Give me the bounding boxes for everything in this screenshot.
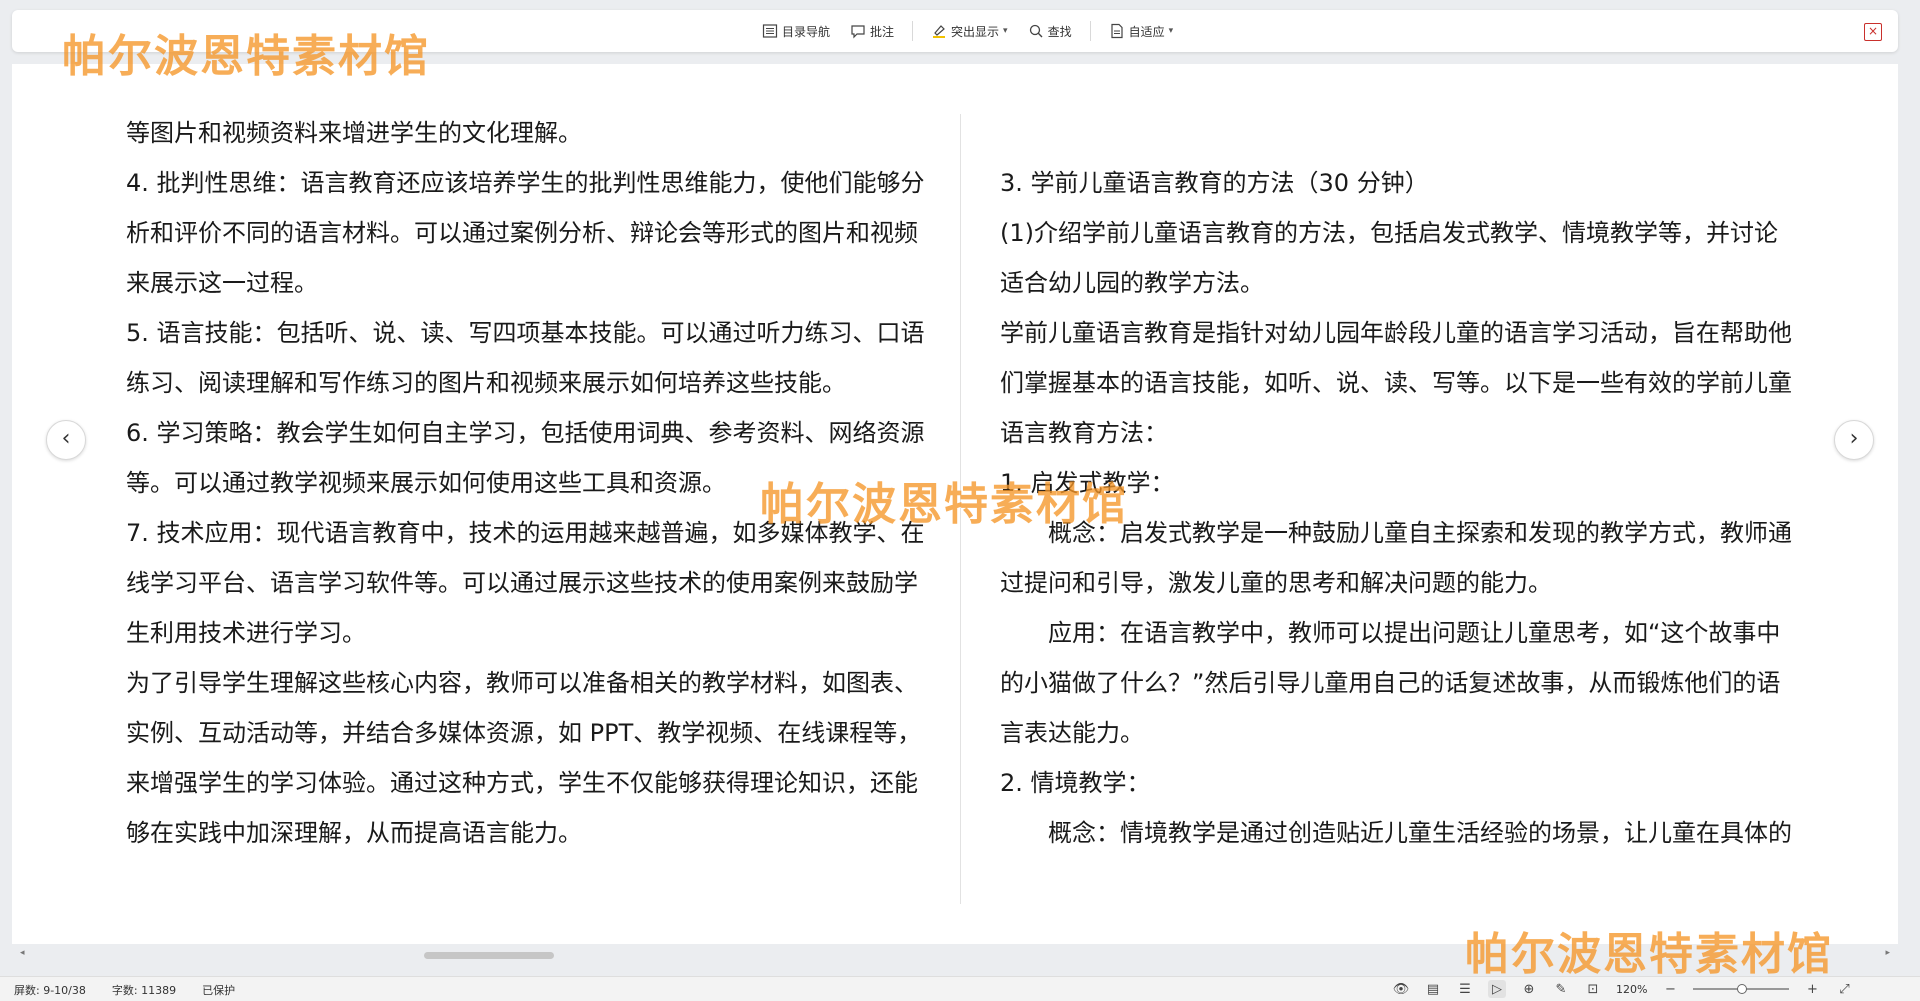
outline-view-icon[interactable]: ☰ [1456, 980, 1474, 998]
chevron-left-icon: ‹ [61, 426, 71, 451]
scroll-left-icon[interactable]: ◂ [20, 948, 25, 958]
find-label: 查找 [1047, 24, 1072, 39]
fit-page-button[interactable]: 自适应 ▾ [1107, 17, 1176, 45]
zoom-slider-knob[interactable] [1737, 984, 1748, 994]
zoom-out-icon[interactable]: − [1661, 980, 1679, 998]
zoom-level: 120% [1616, 982, 1648, 996]
watermark: 帕尔波恩特素材馆 [62, 31, 430, 82]
toolbar-divider [912, 21, 914, 41]
zoom-in-icon[interactable]: + [1803, 980, 1821, 998]
view-controls: 👁 ▤ ☰ ▷ ⊕ ✎ ⊡ 120% − + ⤢ [1392, 979, 1853, 999]
paragraph: 4. 批判性思维：语言教育还应该培养学生的批判性思维能力，使他们能够分析和评价不… [126, 169, 925, 297]
chevron-down-icon: ▾ [1003, 26, 1008, 36]
fit-screen-icon[interactable]: ⊡ [1584, 980, 1602, 998]
highlight-button[interactable]: 突出显示 ▾ [929, 17, 1010, 45]
protection-status: 已保护 [202, 984, 236, 997]
horizontal-scrollbar[interactable]: ◂ ▸ [12, 948, 1898, 962]
pen-icon[interactable]: ✎ [1552, 980, 1570, 998]
toc-nav-label: 目录导航 [782, 24, 831, 39]
page-view-icon[interactable]: ▤ [1424, 980, 1442, 998]
status-info: 屏数: 9-10/38 字数: 11389 已保护 [14, 982, 235, 998]
eye-icon[interactable]: 👁 [1392, 980, 1410, 998]
find-button[interactable]: 查找 [1026, 17, 1074, 45]
next-page-button[interactable]: › [1834, 420, 1874, 460]
search-icon [1029, 24, 1043, 38]
comment-label: 批注 [870, 24, 895, 39]
page-indicator: 屏数: 9-10/38 [14, 984, 86, 997]
web-view-icon[interactable]: ⊕ [1520, 980, 1538, 998]
toolbar-actions: 目录导航 批注 突出显示 ▾ 查找 自适应 ▾ [760, 10, 1175, 52]
highlight-icon [933, 25, 946, 38]
paragraph: 应用：在语言教学中，教师可以提出问题让儿童思考，如“这个故事中的小猫做了什么？”… [1000, 619, 1781, 747]
status-bar: 屏数: 9-10/38 字数: 11389 已保护 👁 ▤ ☰ ▷ ⊕ ✎ ⊡ … [0, 976, 1920, 1001]
comment-button[interactable]: 批注 [848, 17, 896, 45]
toc-icon [762, 24, 778, 38]
paragraph: 为了引导学生理解这些核心内容，教师可以准备相关的教学材料，如图表、实例、互动活动… [126, 669, 922, 847]
paragraph: 3. 学前儿童语言教育的方法（30 分钟） [1000, 169, 1429, 197]
chevron-down-icon: ▾ [1168, 26, 1174, 36]
chevron-right-icon: › [1849, 426, 1859, 451]
watermark: 帕尔波恩特素材馆 [760, 479, 1128, 530]
zoom-slider[interactable] [1693, 984, 1790, 994]
fit-page-icon [1110, 23, 1123, 39]
paragraph: (1)介绍学前儿童语言教育的方法，包括启发式教学、情境教学等，并讨论适合幼儿园的… [1000, 219, 1778, 297]
fullscreen-icon[interactable]: ⤢ [1835, 980, 1853, 998]
fit-page-label: 自适应 [1128, 24, 1165, 39]
comment-icon [851, 25, 865, 39]
paragraph: 学前儿童语言教育是指针对幼儿园年龄段儿童的语言学习活动，旨在帮助他们掌握基本的语… [1000, 319, 1792, 447]
toolbar-divider [1089, 21, 1091, 41]
paragraph: 5. 语言技能：包括听、说、读、写四项基本技能。可以通过听力练习、口语练习、阅读… [126, 319, 925, 397]
word-count: 字数: 11389 [111, 984, 177, 997]
toc-nav-button[interactable]: 目录导航 [760, 17, 832, 45]
highlight-label: 突出显示 [951, 24, 1000, 39]
play-icon[interactable]: ▷ [1488, 980, 1506, 998]
scroll-right-icon[interactable]: ▸ [1885, 948, 1890, 958]
paragraph: 等图片和视频资料来增进学生的文化理解。 [126, 119, 582, 147]
close-icon[interactable]: × [1864, 23, 1882, 41]
paragraph: 2. 情境教学： [1000, 769, 1151, 797]
scrollbar-thumb[interactable] [424, 952, 554, 959]
previous-page-button[interactable]: ‹ [46, 420, 86, 460]
paragraph: 概念：情境教学是通过创造贴近儿童生活经验的场景，让儿童在具体的 [1048, 819, 1792, 847]
